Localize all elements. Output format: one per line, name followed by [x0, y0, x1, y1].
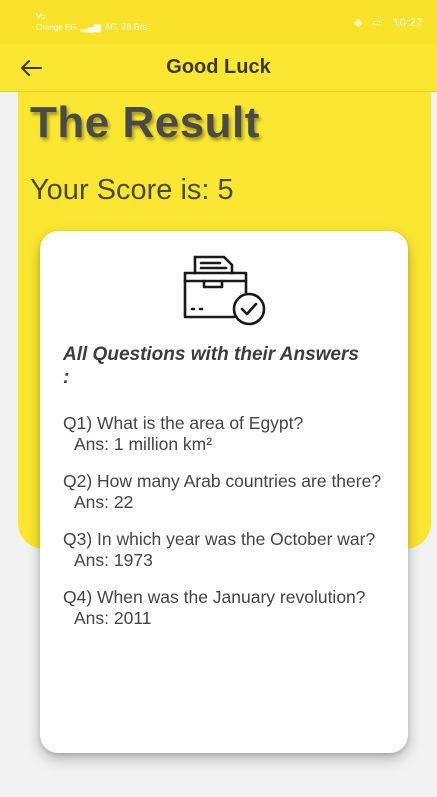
vibrate-icon: ◈ — [353, 17, 363, 29]
data-speed: 28 B/s — [121, 22, 147, 32]
carrier-line-1: Vo — [36, 12, 46, 21]
carrier-info: Vo Orange EG ▂▄▆ 4G 28 B/s — [36, 12, 147, 33]
list-item: Q1) What is the area of Egypt? Ans: 1 mi… — [63, 413, 393, 455]
question-text: Q2) How many Arab countries are there? — [63, 471, 382, 491]
status-bar: Vo Orange EG ▂▄▆ 4G 28 B/s ◈ ▭ 10:27 — [0, 0, 437, 44]
answer-text: Ans: 2011 — [74, 608, 152, 628]
question-text: Q3) In which year was the October war? — [63, 529, 376, 549]
network-type: 4G — [105, 22, 118, 32]
signal-icon: ▂▄▆ — [80, 22, 101, 32]
app-title: Good Luck — [166, 56, 271, 78]
question-text: Q4) When was the January revolution? — [63, 587, 366, 607]
document-check-icon — [183, 255, 266, 326]
list-item: Q2) How many Arab countries are there? A… — [63, 471, 393, 513]
status-time: 10:27 — [392, 17, 423, 29]
answer-text: Ans: 1 million km² — [74, 434, 213, 454]
section-title: All Questions with their Answers : — [63, 344, 359, 388]
battery-icon: ▭ — [372, 17, 384, 29]
qa-list: Q1) What is the area of Egypt? Ans: 1 mi… — [63, 413, 393, 645]
list-item: Q4) When was the January revolution? Ans… — [63, 587, 393, 629]
carrier-name: Orange EG — [36, 23, 77, 32]
app-bar: Good Luck — [0, 44, 437, 92]
answer-text: Ans: 1973 — [74, 550, 153, 570]
score-text: Your Score is: 5 — [30, 174, 234, 206]
list-item: Q3) In which year was the October war? A… — [63, 529, 393, 571]
page-title: The Result — [30, 98, 260, 147]
question-text: Q1) What is the area of Egypt? — [63, 413, 304, 433]
answer-text: Ans: 22 — [74, 492, 134, 512]
status-right: ◈ ▭ 10:27 — [348, 16, 423, 29]
answers-card: All Questions with their Answers : Q1) W… — [40, 231, 408, 753]
